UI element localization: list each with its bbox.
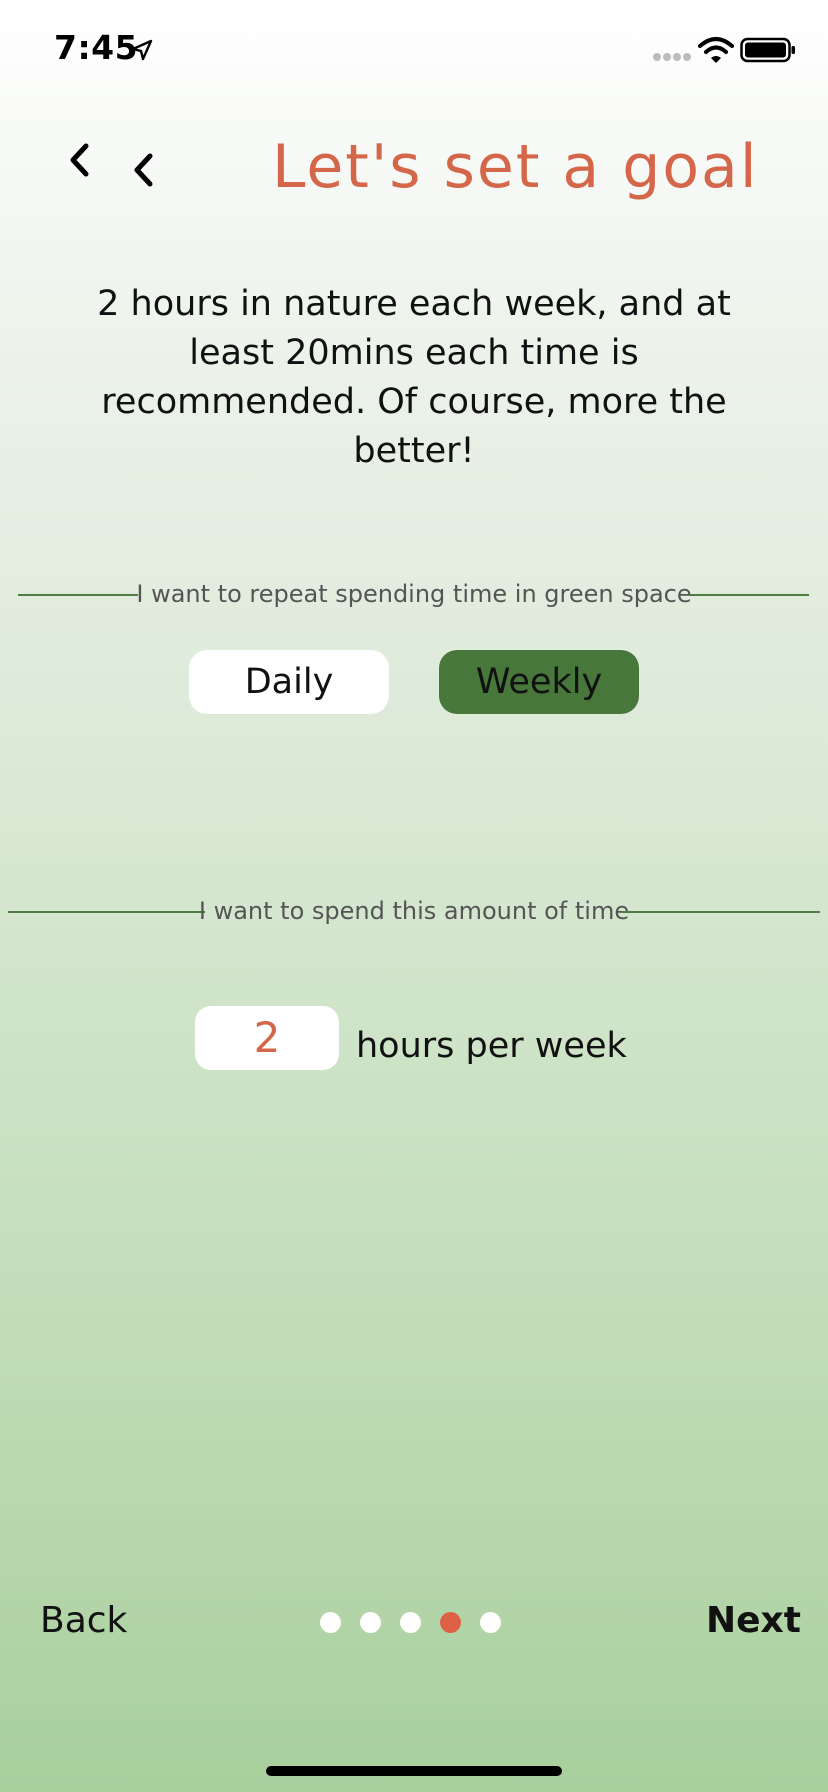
page-dot-4-active	[440, 1612, 461, 1633]
battery-icon	[740, 37, 795, 63]
status-time: 7:45	[54, 28, 139, 67]
page-dot-1	[320, 1612, 341, 1633]
page-indicator	[320, 1612, 510, 1634]
page-dot-5	[480, 1612, 501, 1633]
back-chevron-icon[interactable]	[128, 150, 158, 190]
next-button[interactable]: Next	[706, 1600, 801, 1641]
back-button[interactable]: Back	[40, 1600, 127, 1641]
hours-unit-label: hours per week	[356, 1026, 627, 1066]
cellular-signal-icon	[653, 53, 691, 61]
page-title: Let's set a goal	[272, 132, 759, 202]
page-dot-2	[360, 1612, 381, 1633]
frequency-section-divider: I want to repeat spending time in green …	[0, 580, 828, 610]
home-indicator[interactable]	[266, 1766, 562, 1776]
status-bar: 7:45	[0, 0, 828, 100]
weekly-toggle-button[interactable]: Weekly	[439, 650, 639, 714]
divider-line-right	[689, 594, 809, 596]
amount-section-divider: I want to spend this amount of time	[0, 897, 828, 927]
wifi-icon	[698, 37, 734, 63]
location-arrow-icon	[131, 39, 153, 61]
hours-amount-input[interactable]: 2	[195, 1006, 339, 1070]
intro-text: 2 hours in nature each week, and at leas…	[97, 284, 731, 471]
daily-toggle-button[interactable]: Daily	[189, 650, 389, 714]
page-dot-3	[400, 1612, 421, 1633]
divider-line-right	[622, 911, 820, 913]
back-chevron-icon[interactable]	[64, 140, 94, 180]
